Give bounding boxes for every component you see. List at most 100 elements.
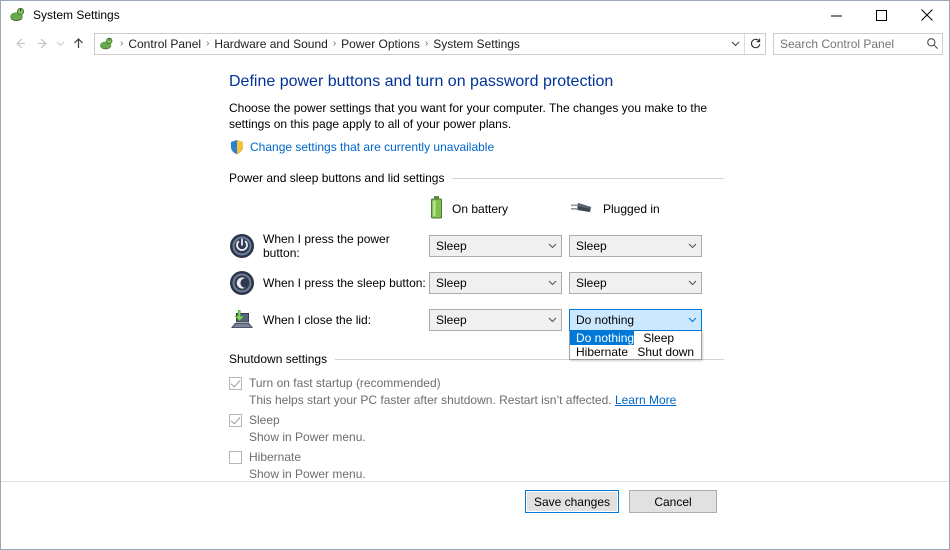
checkbox-row[interactable]: Sleep xyxy=(229,413,724,427)
chevron-down-icon xyxy=(683,278,701,287)
search-box[interactable] xyxy=(773,32,943,55)
refresh-icon[interactable] xyxy=(744,33,765,54)
navigation-bar: › Control Panel › Hardware and Sound › P… xyxy=(1,29,949,58)
combo-value: Do nothing xyxy=(576,312,635,327)
close-button[interactable] xyxy=(904,1,949,29)
combo-value: Sleep xyxy=(436,312,467,327)
learn-more-link[interactable]: Learn More xyxy=(615,393,676,407)
combo-value: Sleep xyxy=(576,238,607,253)
row-label-sleep-button: When I press the sleep button: xyxy=(229,270,429,296)
chevron-down-icon xyxy=(683,241,701,250)
fast-startup-label: Turn on fast startup (recommended) xyxy=(249,376,441,390)
save-changes-button[interactable]: Save changes xyxy=(524,490,619,513)
combo-cell-battery: Sleep xyxy=(429,234,569,257)
recent-locations-chevron-icon[interactable] xyxy=(53,33,67,55)
address-bar[interactable]: › Control Panel › Hardware and Sound › P… xyxy=(94,32,766,55)
up-arrow-icon[interactable] xyxy=(67,33,89,55)
close-lid-plugged-dropdown-list[interactable]: Do nothing Sleep Hibernate Shut down xyxy=(569,330,702,360)
column-on-battery: On battery xyxy=(429,195,569,223)
table-row: When I close the lid: Sleep Do nothing D… xyxy=(229,301,724,360)
breadcrumb-separator: › xyxy=(206,38,210,49)
uac-shield-icon xyxy=(229,139,245,155)
cancel-button[interactable]: Cancel xyxy=(629,490,717,513)
checkbox-row[interactable]: Hibernate xyxy=(229,450,724,464)
back-arrow-icon[interactable] xyxy=(9,33,31,55)
breadcrumb-separator: › xyxy=(332,38,337,49)
laptop-lid-icon xyxy=(229,307,255,333)
row-label-text: When I close the lid: xyxy=(263,312,372,327)
system-settings-window: System Settings › Control Panel › Hardwa… xyxy=(0,0,950,550)
page-title: Define power buttons and turn on passwor… xyxy=(229,73,614,90)
change-settings-row[interactable]: Change settings that are currently unava… xyxy=(229,139,724,155)
forward-arrow-icon[interactable] xyxy=(31,33,53,55)
combo-value: Sleep xyxy=(436,275,467,290)
sleep-description: Show in Power menu. xyxy=(249,430,366,444)
power-button-battery-select[interactable]: Sleep xyxy=(429,234,562,257)
search-icon[interactable] xyxy=(922,37,942,50)
column-on-battery-label: On battery xyxy=(452,202,509,216)
shutdown-item-sleep: Sleep Show in Power menu. xyxy=(229,413,724,445)
sleep-button-icon xyxy=(229,270,255,296)
column-headers: On battery Plugged in xyxy=(229,195,724,223)
dropdown-option-do-nothing[interactable]: Do nothing xyxy=(570,330,635,345)
combo-value: Sleep xyxy=(436,238,467,253)
row-label-close-lid: When I close the lid: xyxy=(229,307,429,333)
close-lid-battery-select[interactable]: Sleep xyxy=(429,308,562,331)
column-plugged-in: Plugged in xyxy=(569,198,709,221)
row-label-power-button: When I press the power button: xyxy=(229,232,429,260)
combo-cell-battery: Sleep xyxy=(429,308,569,331)
battery-icon xyxy=(429,195,444,223)
hibernate-description: Show in Power menu. xyxy=(249,467,366,481)
shutdown-item-hibernate: Hibernate Show in Power menu. xyxy=(229,450,724,482)
change-settings-link[interactable]: Change settings that are currently unava… xyxy=(250,140,494,154)
chevron-down-icon[interactable] xyxy=(726,34,744,54)
chevron-down-icon xyxy=(683,315,701,324)
dropdown-option-shut-down[interactable]: Shut down xyxy=(631,345,694,359)
close-lid-plugged-select[interactable]: Do nothing xyxy=(569,308,702,331)
row-label-text: When I press the sleep button: xyxy=(263,275,426,290)
combo-cell-plugged: Sleep xyxy=(569,234,709,257)
chevron-down-icon xyxy=(543,315,561,324)
address-power-options-icon xyxy=(99,36,115,52)
breadcrumb-hardware-and-sound[interactable]: Hardware and Sound xyxy=(211,37,330,51)
checkbox-row[interactable]: Turn on fast startup (recommended) xyxy=(229,376,724,390)
sleep-label: Sleep xyxy=(249,413,280,427)
minimize-button[interactable] xyxy=(814,1,859,29)
row-label-text: When I press the power button: xyxy=(263,231,390,260)
combo-value: Sleep xyxy=(576,275,607,290)
section-divider xyxy=(452,177,724,179)
power-plug-icon xyxy=(569,198,595,221)
maximize-button[interactable] xyxy=(859,1,904,29)
caption-buttons xyxy=(814,1,949,29)
settings-panel: Define power buttons and turn on passwor… xyxy=(229,72,724,519)
fast-startup-description: This helps start your PC faster after sh… xyxy=(249,392,724,408)
shutdown-item-fast-startup: Turn on fast startup (recommended) This … xyxy=(229,376,724,408)
window-title: System Settings xyxy=(33,8,120,22)
breadcrumb-control-panel[interactable]: Control Panel xyxy=(125,37,204,51)
power-section-header-label: Power and sleep buttons and lid settings xyxy=(229,171,445,185)
dropdown-option-hibernate[interactable]: Hibernate xyxy=(570,345,628,359)
sleep-button-battery-select[interactable]: Sleep xyxy=(429,271,562,294)
power-options-icon xyxy=(9,6,27,24)
shutdown-section-header-label: Shutdown settings xyxy=(229,352,328,366)
dropdown-option-sleep[interactable]: Sleep xyxy=(637,331,674,345)
search-input[interactable] xyxy=(774,36,922,51)
breadcrumb-separator: › xyxy=(424,38,429,49)
table-row: When I press the sleep button: Sleep Sle… xyxy=(229,264,724,301)
sleep-button-plugged-select[interactable]: Sleep xyxy=(569,271,702,294)
breadcrumb-system-settings[interactable]: System Settings xyxy=(430,37,523,51)
hibernate-checkbox[interactable] xyxy=(229,450,242,464)
hibernate-label: Hibernate xyxy=(249,450,302,464)
power-section-header: Power and sleep buttons and lid settings xyxy=(229,171,724,185)
page-description: Choose the power settings that you want … xyxy=(229,101,708,131)
sleep-checkbox[interactable] xyxy=(229,413,242,427)
power-button-icon xyxy=(229,233,255,259)
fast-startup-description-text: This helps start your PC faster after sh… xyxy=(249,393,612,407)
chevron-down-icon xyxy=(543,241,561,250)
column-plugged-in-label: Plugged in xyxy=(603,202,660,216)
fast-startup-checkbox[interactable] xyxy=(229,376,242,390)
breadcrumb-power-options[interactable]: Power Options xyxy=(338,37,423,51)
chevron-down-icon xyxy=(543,278,561,287)
power-button-plugged-select[interactable]: Sleep xyxy=(569,234,702,257)
combo-cell-plugged: Sleep xyxy=(569,271,709,294)
